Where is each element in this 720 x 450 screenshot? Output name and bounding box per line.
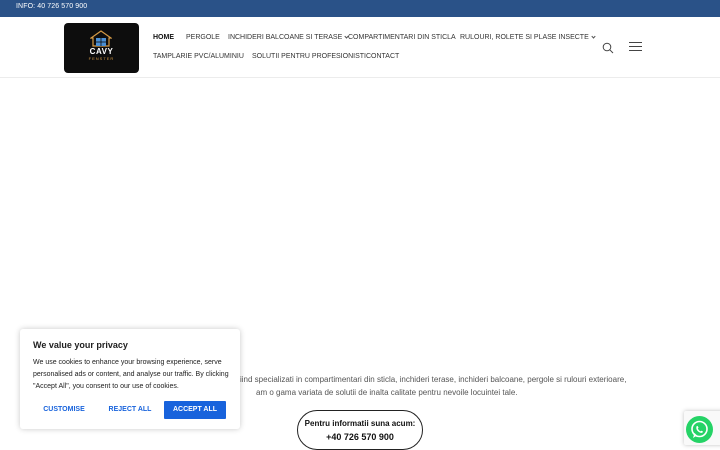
nav-item-pergole[interactable]: PERGOLE — [186, 34, 220, 41]
site-header: CAVY FENSTER HOME PERGOLE INCHIDERI BALC… — [0, 17, 720, 78]
nav-item-label: RULOURI, ROLETE SI PLASE INSECTE — [460, 34, 589, 41]
top-info-bar: INFO: 40 726 570 900 — [0, 0, 720, 17]
nav-item-tamplarie[interactable]: TAMPLARIE PVC/ALUMINIU — [153, 53, 244, 60]
whatsapp-chat-button[interactable] — [686, 416, 713, 443]
cookie-consent-banner: We value your privacy We use cookies to … — [20, 329, 240, 429]
nav-item-home[interactable]: HOME — [153, 34, 174, 41]
cookie-reject-all-button[interactable]: REJECT ALL — [99, 401, 161, 419]
cookie-customise-button[interactable]: CUSTOMISE — [33, 401, 95, 419]
house-logo-icon — [90, 30, 112, 47]
nav-item-contact[interactable]: CONTACT — [366, 53, 399, 60]
search-icon[interactable] — [602, 42, 614, 54]
chevron-down-icon — [591, 34, 596, 39]
cookie-body-text: We use cookies to enhance your browsing … — [33, 359, 229, 390]
logo-subtitle: FENSTER — [88, 56, 115, 61]
call-now-button[interactable]: Pentru informatii suna acum: +40 726 570… — [297, 410, 423, 450]
nav-item-inchideri-balcoane[interactable]: INCHIDERI BALCOANE SI TERASE — [228, 34, 349, 41]
logo-title: CAVY — [89, 47, 114, 56]
nav-item-profesionisti[interactable]: SOLUTII PENTRU PROFESIONISTI — [252, 53, 366, 60]
hero-description-line-1: ta! Fiind specializati in compartimentar… — [224, 375, 627, 384]
hero-description-line-2: am o gama variata de solutii de inalta c… — [256, 388, 518, 397]
whatsapp-icon — [691, 420, 708, 438]
site-logo[interactable]: CAVY FENSTER — [64, 23, 139, 73]
call-button-phone: +40 726 570 900 — [326, 432, 394, 442]
nav-item-compartimentari[interactable]: COMPARTIMENTARI DIN STICLA — [348, 34, 456, 41]
nav-item-rulouri[interactable]: RULOURI, ROLETE SI PLASE INSECTE — [460, 34, 596, 41]
hamburger-menu-icon[interactable] — [629, 42, 642, 53]
cookie-title: We value your privacy — [33, 340, 128, 350]
nav-item-label: INCHIDERI BALCOANE SI TERASE — [228, 34, 343, 41]
call-button-label: Pentru informatii suna acum: — [304, 419, 416, 428]
top-info-text: INFO: 40 726 570 900 — [16, 3, 88, 10]
cookie-accept-all-button[interactable]: ACCEPT ALL — [164, 401, 226, 419]
